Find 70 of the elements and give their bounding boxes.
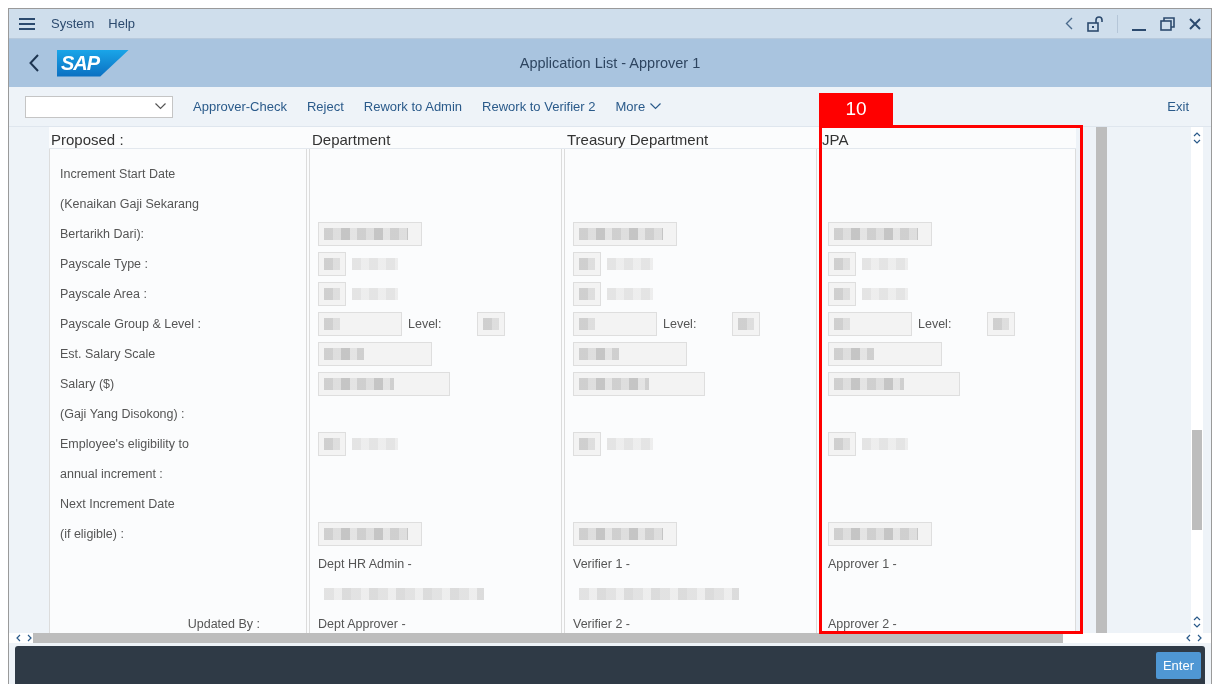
role-label: Dept HR Admin - — [318, 557, 412, 571]
redacted-field — [318, 252, 346, 276]
scroll-up-down-icon[interactable] — [1193, 131, 1201, 145]
field-label: Next Increment Date — [60, 497, 175, 511]
back-icon[interactable] — [1065, 17, 1073, 30]
redacted-field — [828, 252, 856, 276]
redacted-field — [828, 432, 856, 456]
redacted-field — [573, 432, 601, 456]
field-label: Payscale Group & Level : — [60, 317, 202, 331]
redacted-value — [352, 288, 398, 300]
redacted-field — [318, 282, 346, 306]
field-label: Payscale Area : — [60, 287, 147, 301]
redacted-value — [862, 258, 908, 270]
field-label: Payscale Type : — [60, 257, 148, 271]
field-label: Bertarikh Dari): — [60, 227, 145, 241]
role-label: Verifier 1 - — [573, 557, 630, 571]
menu-item[interactable]: System — [51, 16, 95, 31]
field-label: Salary ($) — [60, 377, 115, 391]
field-label: Level: — [918, 317, 952, 331]
scroll-up-down-icon[interactable] — [1193, 615, 1201, 629]
window-title: Application List - Approver 1 — [519, 55, 701, 71]
field-label: (Kenaikan Gaji Sekarang — [60, 197, 199, 211]
field-label: Employee's eligibility to — [60, 437, 189, 451]
unlock-icon[interactable] — [1087, 15, 1103, 32]
redacted-value — [862, 288, 908, 300]
redacted-field — [477, 312, 506, 336]
field-label: Est. Salary Scale — [60, 347, 156, 361]
step-number: 10 — [819, 93, 893, 125]
role-label: Approver 1 - — [828, 557, 897, 571]
scrollbar[interactable] — [1096, 127, 1107, 633]
menu-item[interactable]: Help — [108, 16, 136, 31]
scroll-left-right-icon[interactable] — [1185, 634, 1203, 642]
redacted-field — [318, 432, 346, 456]
scroll-left-right-icon[interactable] — [15, 634, 33, 642]
menu-icon[interactable] — [19, 17, 35, 30]
redacted-field — [987, 312, 1016, 336]
role-label: Approver 2 - — [828, 617, 897, 631]
redacted-value — [607, 438, 653, 450]
exit-button[interactable]: Exit — [1157, 95, 1199, 118]
field-label: Increment Start Date — [60, 167, 176, 181]
field-label: (if eligible) : — [60, 527, 124, 541]
toolbar-button[interactable]: Rework to Admin — [353, 95, 473, 118]
caret-icon — [155, 103, 166, 110]
redacted-value — [607, 258, 653, 270]
redacted-field — [732, 312, 761, 336]
field-label: annual increment : — [60, 467, 163, 481]
more-button[interactable]: More — [605, 95, 672, 118]
redacted-value — [862, 438, 908, 450]
redacted-field — [828, 282, 856, 306]
toolbar-button[interactable]: Reject — [296, 95, 354, 118]
role-label: Dept Approver - — [318, 617, 406, 631]
role-label: Verifier 2 - — [573, 617, 630, 631]
redacted-value — [352, 438, 398, 450]
restore-icon[interactable] — [1160, 16, 1175, 31]
caret-icon — [650, 103, 662, 110]
redacted-value — [607, 288, 653, 300]
back-icon[interactable] — [29, 54, 39, 72]
field-label: Level: — [408, 317, 442, 331]
scrollbar-thumb[interactable] — [1192, 430, 1202, 530]
field-label: (Gaji Yang Disokong) : — [60, 407, 185, 421]
field-label: Level: — [663, 317, 697, 331]
scrollbar[interactable] — [33, 633, 1063, 643]
toolbar-button[interactable]: Approver-Check — [183, 95, 297, 118]
redacted-field — [573, 282, 601, 306]
field-label: Updated By : — [187, 617, 260, 631]
redacted-value — [352, 258, 398, 270]
redacted-field — [573, 252, 601, 276]
close-icon[interactable] — [1189, 17, 1201, 30]
toolbar-button[interactable]: Rework to Verifier 2 — [472, 95, 606, 118]
sap-logo: SAP — [57, 49, 130, 77]
